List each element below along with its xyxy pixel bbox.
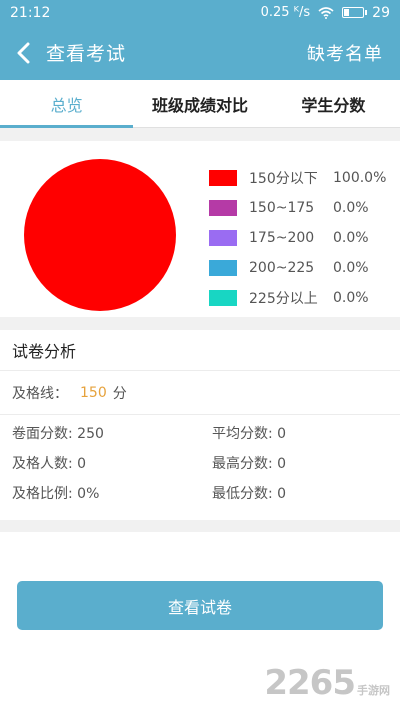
legend-label: 175~200 <box>249 230 315 246</box>
stat-total-score: 卷面分数: 250 <box>12 426 104 442</box>
view-paper-button[interactable]: 查看试卷 <box>17 581 383 630</box>
score-pie-chart <box>24 159 176 311</box>
legend-swatch <box>209 260 237 276</box>
legend-label: 150~175 <box>249 200 315 216</box>
legend-swatch <box>209 290 237 306</box>
status-time: 21:12 <box>10 4 51 21</box>
legend-percent: 0.0% <box>333 200 369 216</box>
absent-list-button[interactable]: 缺考名单 <box>307 40 400 66</box>
pass-line-value: 150 <box>80 384 107 401</box>
app-bar: 查看考试 缺考名单 <box>0 25 400 80</box>
legend-percent: 0.0% <box>333 290 369 306</box>
stat-highest-score: 最高分数: 0 <box>212 456 287 472</box>
stat-pass-rate: 及格比例: 0% <box>12 486 100 502</box>
legend-percent: 100.0% <box>333 170 387 186</box>
pass-line-row: 及格线： 150 分 <box>0 371 400 415</box>
wifi-icon <box>318 6 334 19</box>
watermark-logo: 2265 手游网 <box>264 663 390 703</box>
battery-level: 29 <box>372 4 390 21</box>
status-icons: 0.25 ᴷ/s 29 <box>261 5 390 21</box>
legend-swatch <box>209 230 237 246</box>
back-button[interactable] <box>0 25 46 80</box>
page-title: 查看考试 <box>46 43 127 65</box>
pass-line-unit: 分 <box>112 385 127 402</box>
legend-label: 225分以上 <box>249 291 318 307</box>
stats-grid: 卷面分数: 250 平均分数: 0 及格人数: 0 最高分数: 0 及格比例: … <box>0 415 400 502</box>
legend-percent: 0.0% <box>333 230 369 246</box>
score-distribution-card: 150分以下 100.0% 150~175 0.0% 175~200 0.0% 200~22… <box>0 141 400 317</box>
legend-label: 200~225 <box>249 260 315 276</box>
tab-student-scores[interactable]: 学生分数 <box>267 80 400 127</box>
pass-line-label: 及格线： <box>12 385 68 402</box>
watermark-sub: 手游网 <box>357 684 390 697</box>
legend-item: 150分以下 100.0% <box>209 163 386 193</box>
legend-label: 150分以下 <box>249 171 318 187</box>
legend-swatch <box>209 170 237 186</box>
legend-item: 175~200 0.0% <box>209 223 386 253</box>
legend-percent: 0.0% <box>333 260 369 276</box>
network-speed: 0.25 ᴷ/s <box>260 5 311 20</box>
tab-bar: 总览 班级成绩对比 学生分数 <box>0 80 400 128</box>
stat-pass-count: 及格人数: 0 <box>12 456 87 472</box>
watermark-main: 2265 <box>264 663 356 703</box>
stat-lowest-score: 最低分数: 0 <box>212 486 287 502</box>
battery-icon <box>342 7 368 18</box>
legend-swatch <box>209 200 237 216</box>
status-bar: 21:12 0.25 ᴷ/s 29 <box>0 0 400 25</box>
back-arrow-icon <box>17 42 30 63</box>
legend-item: 200~225 0.0% <box>209 253 386 283</box>
analysis-title: 试卷分析 <box>0 330 400 371</box>
legend-item: 225分以上 0.0% <box>209 283 386 313</box>
legend-item: 150~175 0.0% <box>209 193 386 223</box>
pie-slice-0 <box>24 159 176 311</box>
tab-overview[interactable]: 总览 <box>0 80 134 128</box>
tab-class-comparison[interactable]: 班级成绩对比 <box>133 80 266 127</box>
paper-analysis-card: 试卷分析 及格线： 150 分 卷面分数: 250 平均分数: 0 及格人数: … <box>0 330 400 520</box>
stat-average-score: 平均分数: 0 <box>212 426 287 442</box>
pie-legend: 150分以下 100.0% 150~175 0.0% 175~200 0.0% 200~22… <box>209 163 386 313</box>
